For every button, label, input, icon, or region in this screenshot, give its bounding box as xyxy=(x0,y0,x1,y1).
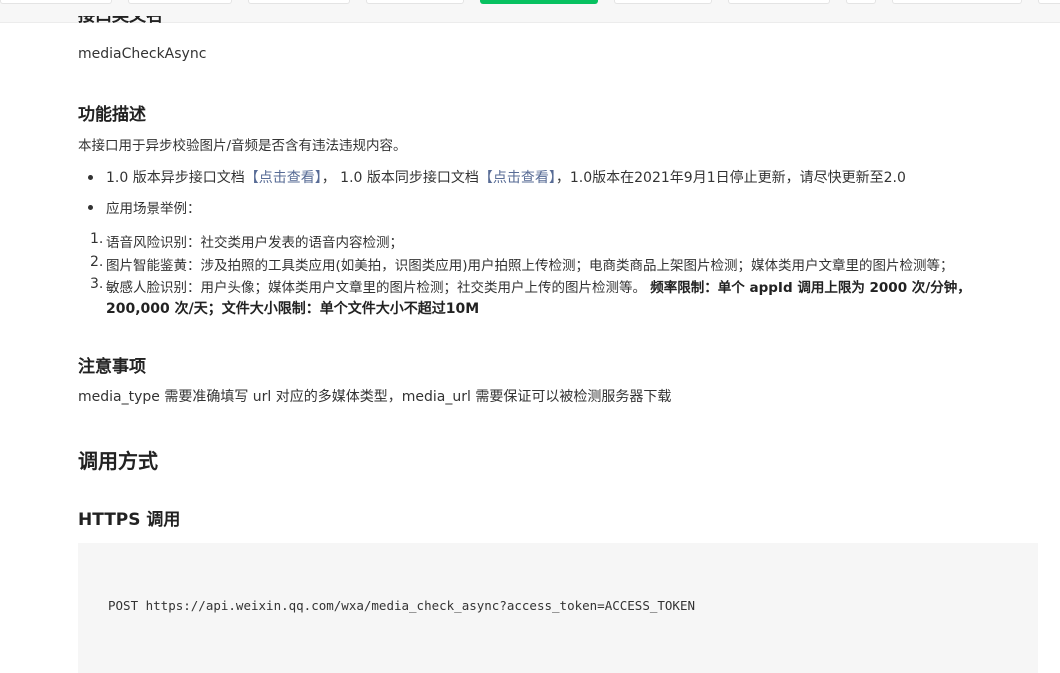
scenario-item: 语音风险识别：社交类用户发表的语音内容检测； xyxy=(106,235,403,251)
top-tab-active[interactable] xyxy=(480,0,598,4)
version-text-3: ，1.0版本在2021年9月1日停止更新，请尽快更新至2.0 xyxy=(555,170,906,186)
description-intro: 本接口用于异步校验图片/音频是否含有违法违规内容。 xyxy=(78,138,407,154)
top-tab[interactable] xyxy=(366,0,464,4)
bullet-dot xyxy=(88,205,93,210)
scenario-item: 敏感人脸识别：用户头像；媒体类用户文章里的图片检测；社交类用户上传的图片检测等。… xyxy=(106,276,971,296)
rate-limit-text-line2: 200,000 次/天；文件大小限制：单个文件大小不超过10M xyxy=(106,301,480,317)
invocation-heading: 调用方式 xyxy=(78,449,158,473)
scenario-item: 图片智能鉴黄：涉及拍照的工具类应用(如美拍，识图类应用)用户拍照上传检测；电商类… xyxy=(106,258,954,274)
ol-number: 3. xyxy=(90,276,104,292)
https-heading: HTTPS 调用 xyxy=(78,510,181,530)
top-tab[interactable] xyxy=(128,0,232,4)
version-text-2: ， 1.0 版本同步接口文档 xyxy=(321,170,479,186)
code-text[interactable]: POST https://api.weixin.qq.com/wxa/media… xyxy=(108,598,695,613)
top-tab[interactable] xyxy=(248,0,350,4)
notes-text: media_type 需要准确填写 url 对应的多媒体类型，media_url… xyxy=(78,389,672,405)
rate-limit-text: 频率限制：单个 appId 调用上限为 2000 次/分钟， xyxy=(650,280,971,296)
async-doc-link[interactable]: 【点击查看】 xyxy=(245,170,322,186)
version-text-1: 1.0 版本异步接口文档 xyxy=(106,170,245,186)
interface-name-heading: 接口英文名 xyxy=(78,16,163,26)
sync-doc-link[interactable]: 【点击查看】 xyxy=(479,170,556,186)
top-tab[interactable] xyxy=(846,0,876,4)
bullet-scenarios: 应用场景举例： xyxy=(106,201,201,217)
top-tab[interactable] xyxy=(728,0,830,4)
scenario-item-text: 敏感人脸识别：用户头像；媒体类用户文章里的图片检测；社交类用户上传的图片检测等。 xyxy=(106,280,646,296)
ol-number: 1. xyxy=(90,231,104,247)
description-heading: 功能描述 xyxy=(78,105,146,125)
bullet-version-docs: 1.0 版本异步接口文档【点击查看】， 1.0 版本同步接口文档【点击查看】，1… xyxy=(106,167,906,187)
bullet-dot xyxy=(88,175,93,180)
top-tab[interactable] xyxy=(0,0,112,4)
notes-heading: 注意事项 xyxy=(78,357,146,377)
top-tab[interactable] xyxy=(614,0,712,4)
top-tab[interactable] xyxy=(892,0,1022,4)
ol-number: 2. xyxy=(90,254,104,270)
top-tab[interactable] xyxy=(1038,0,1060,4)
interface-name-value: mediaCheckAsync xyxy=(78,46,207,62)
code-block: POST https://api.weixin.qq.com/wxa/media… xyxy=(78,543,1038,673)
